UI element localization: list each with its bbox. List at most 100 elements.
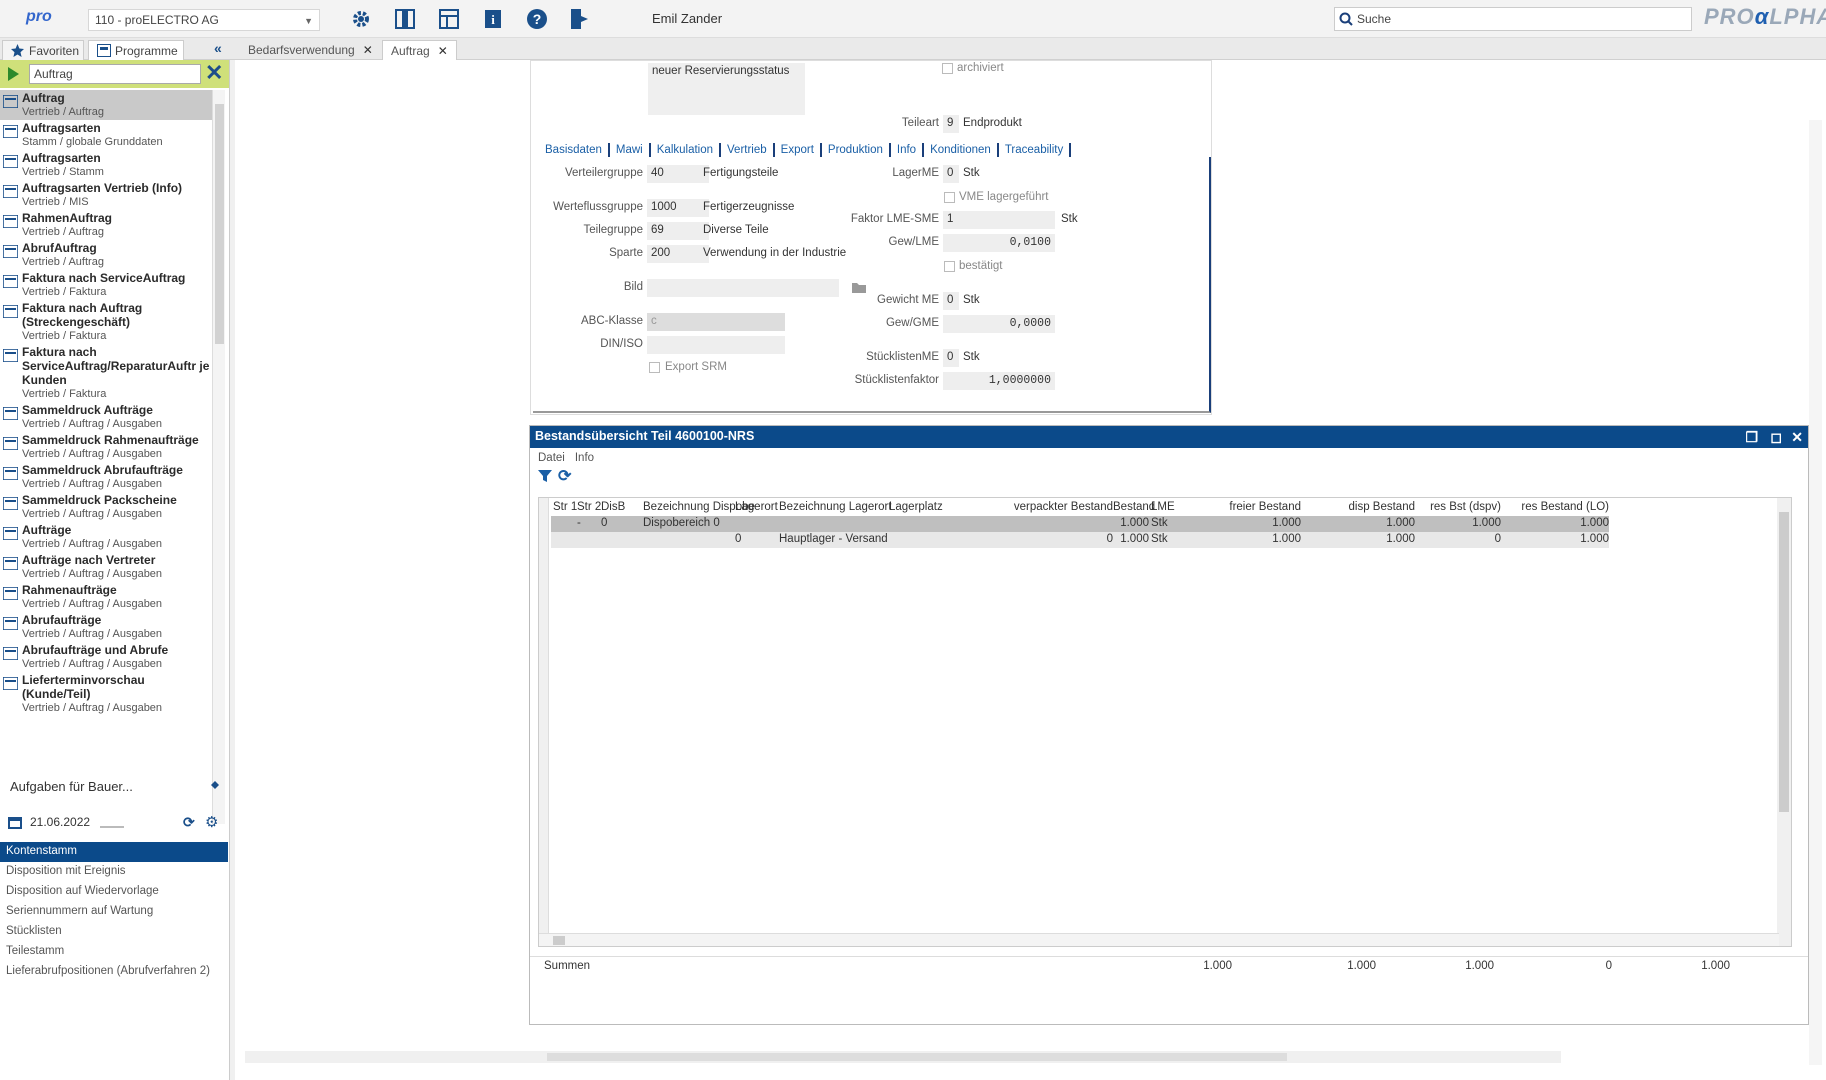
grid-column-header[interactable]: DisB xyxy=(601,498,641,516)
gewlme-field[interactable]: 0,0100 xyxy=(943,234,1055,252)
sidebar-result-item[interactable]: Auftragsarten Stamm / globale Grunddaten xyxy=(0,120,212,150)
archiviert-checkbox[interactable] xyxy=(942,63,953,74)
refresh-icon[interactable]: ⟳ xyxy=(558,466,571,486)
grid-column-header[interactable]: Lagerplatz xyxy=(889,498,963,516)
sidebar-result-item[interactable]: RahmenAuftrag Vertrieb / Auftrag xyxy=(0,210,212,240)
faktor-field[interactable]: 1 xyxy=(943,211,1055,229)
sidebar-result-item[interactable]: Aufträge Vertrieb / Auftrag / Ausgaben xyxy=(0,522,212,552)
form-tab[interactable]: Konditionen xyxy=(924,143,999,157)
layout-icon[interactable] xyxy=(436,6,462,32)
menu-datei[interactable]: Datei xyxy=(538,452,565,464)
help-icon[interactable]: ? xyxy=(524,6,550,32)
sidebar-result-item[interactable]: Auftrag Vertrieb / Auftrag xyxy=(0,90,212,120)
task-item[interactable]: Stücklisten xyxy=(0,922,228,942)
calendar-icon[interactable] xyxy=(8,815,22,832)
lagerme-field[interactable]: 0 xyxy=(943,165,959,183)
stuecklistenme-field[interactable]: 0 xyxy=(943,349,959,367)
grid-column-header[interactable]: Bestand xyxy=(1113,498,1155,516)
settings-gear-icon[interactable] xyxy=(348,6,374,32)
sidebar-scrollbar[interactable] xyxy=(212,90,225,824)
sidebar-result-item[interactable]: Sammeldruck Packscheine Vertrieb / Auftra… xyxy=(0,492,212,522)
sidebar-result-item[interactable]: Faktura nach ServiceAuftrag/ReparaturAuf… xyxy=(0,344,212,402)
refresh-icon[interactable]: ⟳ xyxy=(183,814,195,831)
grid-column-header[interactable]: Lagerort xyxy=(735,498,779,516)
task-item[interactable]: Disposition mit Ereignis xyxy=(0,862,228,882)
din-iso-field[interactable] xyxy=(647,336,785,354)
sidebar-result-item[interactable]: Sammeldruck Aufträge Vertrieb / Auftrag /… xyxy=(0,402,212,432)
tab-programme[interactable]: Programme xyxy=(88,40,184,60)
form-tab[interactable]: Mawi xyxy=(610,143,651,157)
reservierung-field[interactable]: neuer Reservierungsstatus xyxy=(648,63,805,115)
clear-icon[interactable]: ✕ xyxy=(205,62,223,84)
panel-toggle-icon[interactable] xyxy=(392,6,418,32)
form-tab[interactable]: Kalkulation xyxy=(651,143,722,157)
maximize-icon[interactable]: ◻ xyxy=(1770,429,1782,446)
teilegruppe-field[interactable]: 69 xyxy=(647,222,709,240)
table-row[interactable]: 0 Hauptlager - Versand 0 1.000 Stk 1.000 1.000… xyxy=(551,532,1609,548)
tab-favoriten[interactable]: Favoriten xyxy=(2,40,84,60)
sidebar-result-item[interactable]: Auftragsarten Vertrieb / Stamm xyxy=(0,150,212,180)
grid-column-header[interactable]: Str 2 xyxy=(577,498,601,516)
gewichtme-field[interactable]: 0 xyxy=(943,292,959,310)
sparte-field[interactable]: 200 xyxy=(647,245,709,263)
info-icon[interactable]: i xyxy=(480,6,506,32)
sidebar-result-item[interactable]: Abrufaufträge und Abrufe Vertrieb / Auftr… xyxy=(0,642,212,672)
task-item[interactable]: Teilestamm xyxy=(0,942,228,962)
grid-column-header[interactable]: freier Bestand xyxy=(1185,498,1301,516)
collapse-left-icon[interactable]: « xyxy=(214,40,222,56)
run-icon[interactable] xyxy=(8,67,19,81)
form-tab[interactable]: Traceability xyxy=(999,143,1072,157)
scrollbar-thumb[interactable] xyxy=(553,936,565,945)
grid-column-header[interactable]: Bezeichnung Lagerort xyxy=(779,498,892,516)
close-icon[interactable]: ✕ xyxy=(1791,429,1803,446)
main-scrollbar[interactable] xyxy=(1809,120,1822,1065)
grid-column-header[interactable]: disp Bestand xyxy=(1301,498,1416,516)
sidebar-result-item[interactable]: AbrufAuftrag Vertrieb / Auftrag xyxy=(0,240,212,270)
logout-icon[interactable] xyxy=(566,6,592,32)
form-tab[interactable]: Basisdaten xyxy=(539,143,610,157)
sidebar-result-item[interactable]: Faktura nach Auftrag (Streckengeschäft) V… xyxy=(0,300,212,344)
grid-column-header[interactable]: Str 1 xyxy=(553,498,577,516)
grid-column-header[interactable]: LME xyxy=(1151,498,1183,516)
gewgme-field[interactable]: 0,0000 xyxy=(943,315,1055,333)
restore-icon[interactable]: ❐ xyxy=(1745,429,1758,446)
form-tab[interactable]: Produktion xyxy=(822,143,891,157)
sidebar-search-input[interactable]: Auftrag xyxy=(29,64,201,84)
sidebar-result-item[interactable]: Rahmenaufträge Vertrieb / Auftrag / Ausga… xyxy=(0,582,212,612)
sidebar-result-item[interactable]: Faktura nach ServiceAuftrag Vertrieb / Fa… xyxy=(0,270,212,300)
sidebar-result-item[interactable]: Aufträge nach Vertreter Vertrieb / Auftra… xyxy=(0,552,212,582)
form-tab[interactable]: Info xyxy=(891,143,925,157)
form-tab[interactable]: Vertrieb xyxy=(721,143,775,157)
scrollbar-thumb[interactable] xyxy=(1779,512,1789,812)
verteilergruppe-field[interactable]: 40 xyxy=(647,165,709,183)
sidebar-result-item[interactable]: Abrufaufträge Vertrieb / Auftrag / Ausgab… xyxy=(0,612,212,642)
task-item[interactable]: Seriennummern auf Wartung xyxy=(0,902,228,922)
vme-checkbox[interactable] xyxy=(944,192,955,203)
task-item[interactable]: Disposition auf Wiedervorlage xyxy=(0,882,228,902)
abc-klasse-field[interactable]: c xyxy=(647,313,785,331)
werteflussgruppe-field[interactable]: 1000 xyxy=(647,199,709,217)
scrollbar-thumb[interactable] xyxy=(215,104,224,344)
close-icon[interactable]: ✕ xyxy=(363,43,373,57)
bild-field[interactable] xyxy=(647,279,839,297)
doc-tab-auftrag[interactable]: Auftrag ✕ xyxy=(382,40,457,60)
grid-column-header[interactable]: res Bst (dspv) xyxy=(1415,498,1501,516)
form-tab[interactable]: Export xyxy=(775,143,822,157)
grid-column-header[interactable]: verpackter Bestand xyxy=(963,498,1113,516)
filter-icon[interactable] xyxy=(538,469,552,486)
sidebar-result-item[interactable]: Sammeldruck Rahmenaufträge Vertrieb / Auf… xyxy=(0,432,212,462)
close-icon[interactable]: ✕ xyxy=(438,44,448,58)
sidebar-result-item[interactable]: Lieferterminvorschau (Kunde/Teil) Vertrie… xyxy=(0,672,212,716)
main-hscrollbar[interactable] xyxy=(245,1051,1561,1063)
doc-tab-bedarfsverwendung[interactable]: Bedarfsverwendung ✕ xyxy=(240,40,381,60)
grid-hscrollbar[interactable] xyxy=(539,933,1779,946)
grid-column-header[interactable]: res Bestand (LO) xyxy=(1501,498,1609,516)
task-item[interactable]: Lieferabrufpositionen (Abrufverfahren 2) xyxy=(0,962,228,982)
company-select[interactable]: 110 - proELECTRO AG ▼ xyxy=(88,9,320,31)
gear-icon[interactable]: ⚙ xyxy=(205,813,218,831)
menu-info[interactable]: Info xyxy=(575,452,594,464)
teileart-field[interactable]: 9 xyxy=(943,115,959,133)
grid-column-header[interactable]: Bezeichnung Dispobe xyxy=(643,498,755,516)
pin-icon[interactable] xyxy=(206,779,220,796)
grid-scrollbar[interactable] xyxy=(1777,498,1791,946)
